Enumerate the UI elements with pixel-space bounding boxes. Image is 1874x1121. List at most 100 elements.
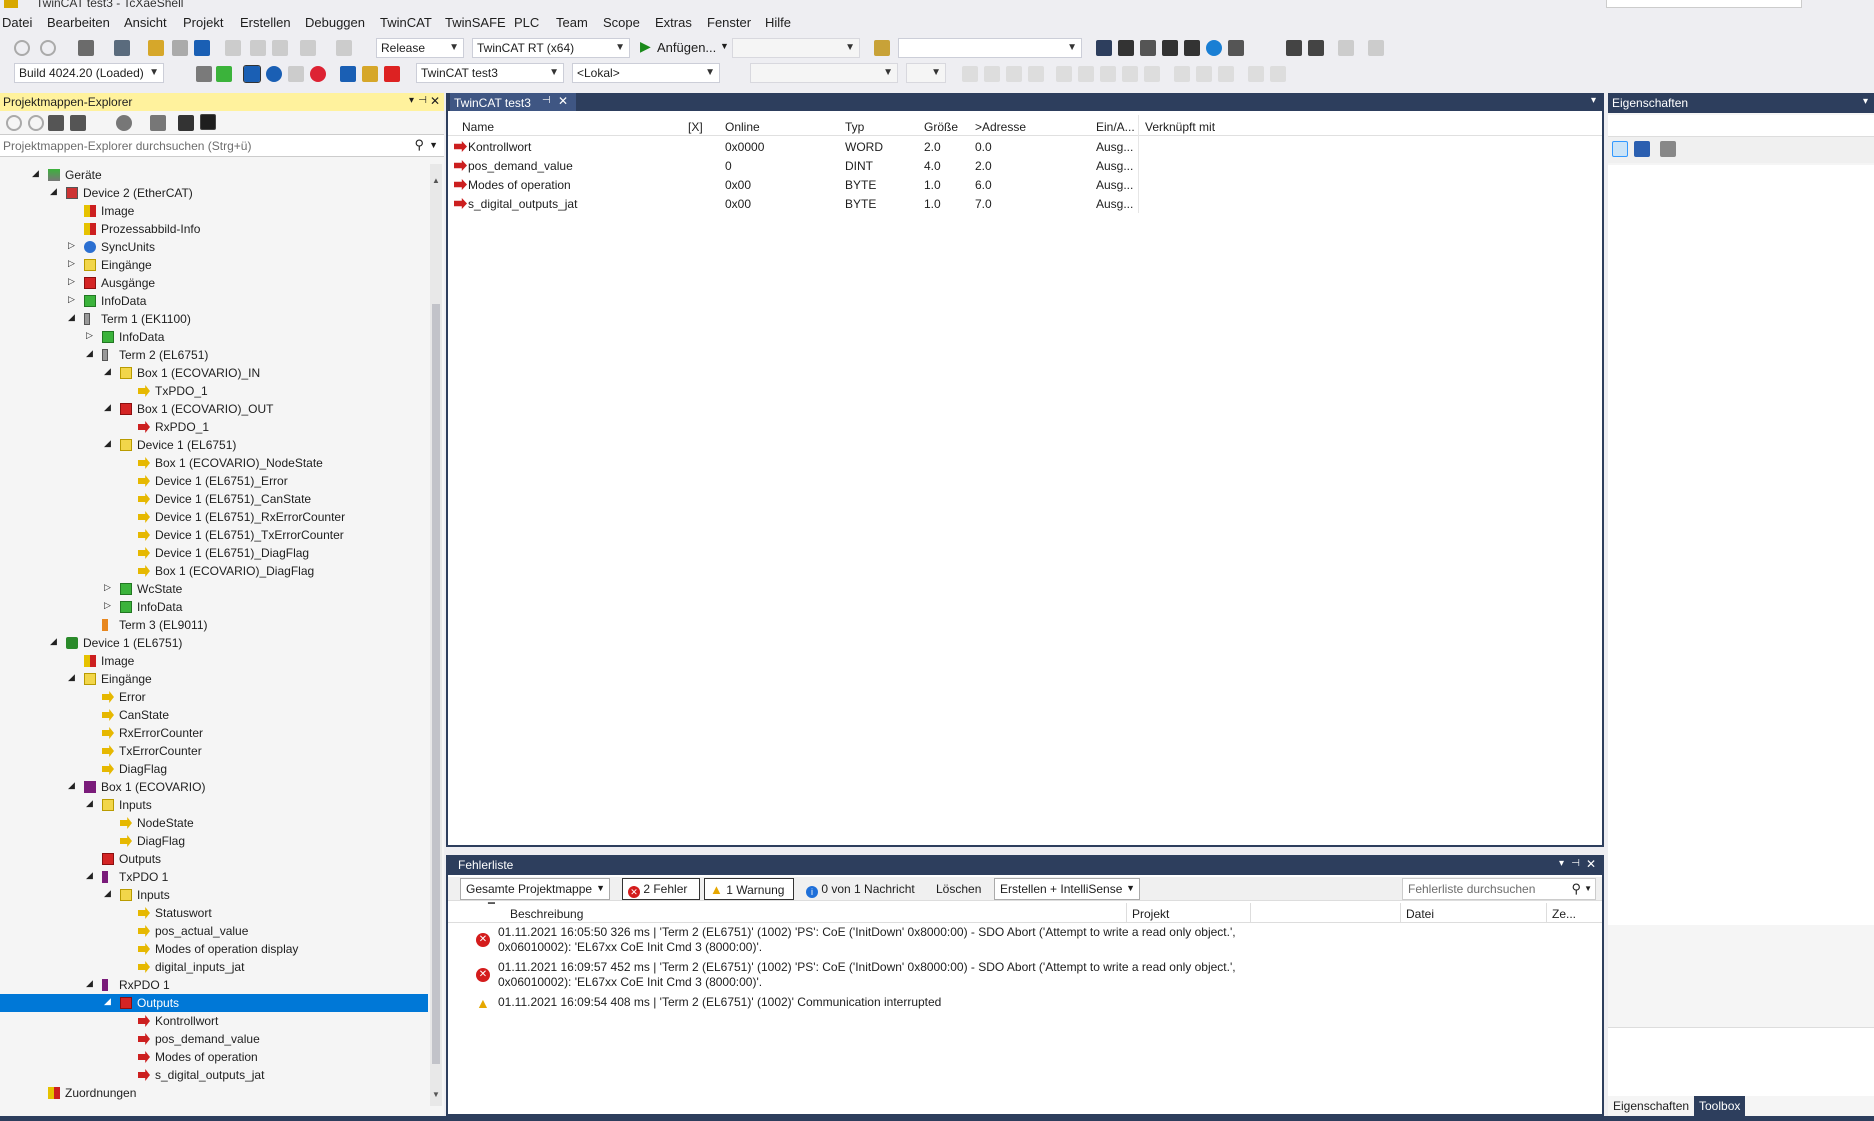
collapse-icon[interactable]: ◢: [104, 996, 111, 1007]
col-size[interactable]: Größe: [924, 120, 958, 134]
tree-item[interactable]: ◢ Device 2 (EtherCAT): [0, 184, 428, 202]
collapse-icon[interactable]: ◢: [32, 168, 39, 179]
menu-scope[interactable]: Scope: [603, 15, 640, 30]
process-select[interactable]: ▼: [732, 38, 860, 58]
attach-button[interactable]: Anfügen...: [657, 40, 716, 55]
copy-icon[interactable]: [250, 40, 266, 56]
open-folder-icon[interactable]: [148, 40, 164, 56]
clear-button[interactable]: Löschen: [930, 878, 990, 900]
tree-item[interactable]: Image: [0, 652, 428, 670]
build-filter-select[interactable]: Erstellen + IntelliSense ▼: [994, 878, 1140, 900]
messages-filter-button[interactable]: i 0 von 1 Nachricht: [800, 878, 918, 900]
toolbox-icon[interactable]: [1140, 40, 1156, 56]
error-row[interactable]: ▲ 01.11.2021 16:09:54 408 ms | 'Term 2 (E…: [448, 995, 1588, 1015]
tree-item[interactable]: Device 1 (EL6751)_DiagFlag: [0, 544, 428, 562]
categorized-icon[interactable]: [1612, 141, 1628, 157]
col-project[interactable]: Projekt: [1132, 907, 1169, 921]
tree-item[interactable]: ◢ Box 1 (ECOVARIO)_IN: [0, 364, 428, 382]
close-icon[interactable]: ✕: [1586, 857, 1596, 871]
stop-icon[interactable]: [1006, 66, 1022, 82]
tree-item[interactable]: pos_actual_value: [0, 922, 428, 940]
logout-icon[interactable]: [1028, 66, 1044, 82]
tree-item[interactable]: DiagFlag: [0, 760, 428, 778]
tree-item[interactable]: ◢ Inputs: [0, 796, 428, 814]
tree-item[interactable]: ◢ Device 1 (EL6751): [0, 436, 428, 454]
search-device-icon[interactable]: [340, 66, 356, 82]
tree-item[interactable]: ◢ Geräte: [0, 166, 428, 184]
collapse-icon[interactable]: ◢: [50, 186, 57, 197]
find-icon[interactable]: [874, 40, 890, 56]
target-icon[interactable]: [310, 66, 326, 82]
scroll-up-icon[interactable]: ▲: [432, 176, 440, 185]
collapse-icon[interactable]: ◢: [86, 870, 93, 881]
reset-origin-icon[interactable]: [1270, 66, 1286, 82]
cut-icon[interactable]: [225, 40, 241, 56]
explorer-search-input[interactable]: Projektmappen-Explorer durchsuchen (Strg…: [3, 139, 251, 153]
wrench-icon[interactable]: [1118, 40, 1134, 56]
tree-item[interactable]: ▷ WcState: [0, 580, 428, 598]
tab-twincat-test3[interactable]: TwinCAT test3 ⊣ ✕: [450, 93, 576, 111]
menu-projekt[interactable]: Projekt: [183, 15, 223, 30]
col-x[interactable]: [X]: [688, 120, 703, 134]
tree-item[interactable]: ▷ Eingänge: [0, 256, 428, 274]
menu-datei[interactable]: Datei: [2, 15, 32, 30]
deploy-icon[interactable]: [1308, 40, 1324, 56]
menu-twinsafe[interactable]: TwinSAFE: [445, 15, 506, 30]
tree-item[interactable]: Modes of operation: [0, 1048, 428, 1066]
tree-item[interactable]: Statuswort: [0, 904, 428, 922]
menu-plc[interactable]: PLC: [514, 15, 539, 30]
preview-icon[interactable]: [200, 114, 216, 130]
tree-item[interactable]: Device 1 (EL6751)_Error: [0, 472, 428, 490]
breakpoint-icon[interactable]: [1144, 66, 1160, 82]
col-inout[interactable]: Ein/A...: [1096, 120, 1135, 134]
tree-item[interactable]: TxPDO_1: [0, 382, 428, 400]
tab-toolbox[interactable]: Toolbox: [1694, 1096, 1746, 1116]
reset-icon[interactable]: [1248, 66, 1264, 82]
table-row[interactable]: Kontrollwort 0x0000 WORD 2.0 0.0 Ausg...: [448, 137, 1398, 156]
dropdown-icon[interactable]: ▾: [1559, 858, 1564, 869]
quick-launch-input[interactable]: [1606, 0, 1802, 8]
expand-icon[interactable]: ▷: [68, 240, 75, 251]
tree-item[interactable]: ◢ Outputs: [0, 994, 428, 1012]
table-row[interactable]: Modes of operation 0x00 BYTE 1.0 6.0 Ausg...: [448, 175, 1398, 194]
disabled-tool-icon[interactable]: [1338, 40, 1354, 56]
table-row[interactable]: s_digital_outputs_jat 0x00 BYTE 1.0 7.0 Ausg.…: [448, 194, 1398, 213]
collapse-icon[interactable]: ◢: [68, 780, 75, 791]
project-select[interactable]: TwinCAT test3 ▼: [416, 63, 564, 83]
col-description[interactable]: Beschreibung: [510, 907, 583, 921]
terminal-window-icon[interactable]: [1228, 40, 1244, 56]
dropdown-icon[interactable]: ▾: [409, 95, 414, 106]
col-type[interactable]: Typ: [845, 120, 864, 134]
pin-icon[interactable]: ⊣: [542, 95, 551, 106]
disabled-tool-icon[interactable]: [1368, 40, 1384, 56]
instance-select[interactable]: ▼: [906, 63, 946, 83]
search-icon[interactable]: ⚲: [414, 137, 424, 153]
save-icon[interactable]: [172, 40, 188, 56]
forward-icon[interactable]: [40, 40, 56, 56]
error-search-box[interactable]: Fehlerliste durchsuchen ⚲ ▼: [1402, 878, 1596, 900]
close-icon[interactable]: ✕: [558, 94, 568, 108]
tree-item[interactable]: ◢ Term 2 (EL6751): [0, 346, 428, 364]
tree-item[interactable]: ◢ Eingänge: [0, 670, 428, 688]
tree-item[interactable]: pos_demand_value: [0, 1030, 428, 1048]
col-linked[interactable]: Verknüpft mit: [1145, 120, 1215, 134]
tree-item[interactable]: ▷ InfoData: [0, 598, 428, 616]
xae-icon[interactable]: [196, 66, 212, 82]
chevron-down-icon[interactable]: ▼: [720, 41, 729, 51]
redo-icon[interactable]: [336, 40, 352, 56]
tree-item[interactable]: Modes of operation display: [0, 940, 428, 958]
tab-overflow-icon[interactable]: ▾: [1591, 95, 1596, 106]
back-icon[interactable]: [6, 115, 22, 131]
collapse-icon[interactable]: ◢: [68, 312, 75, 323]
explorer-search-box[interactable]: Projektmappen-Explorer durchsuchen (Strg…: [0, 135, 444, 157]
tree-item[interactable]: CanState: [0, 706, 428, 724]
tree-item[interactable]: Kontrollwort: [0, 1012, 428, 1030]
menu-team[interactable]: Team: [556, 15, 588, 30]
collapse-icon[interactable]: ◢: [68, 672, 75, 683]
config-mode-icon[interactable]: [243, 65, 261, 83]
error-row[interactable]: ✕ 01.11.2021 16:05:50 326 ms | 'Term 2 (E…: [448, 925, 1588, 959]
collapse-icon[interactable]: ◢: [104, 438, 111, 449]
tree-item[interactable]: Device 1 (EL6751)_TxErrorCounter: [0, 526, 428, 544]
solution-explorer-icon[interactable]: [1096, 40, 1112, 56]
col-online[interactable]: Online: [725, 120, 760, 134]
